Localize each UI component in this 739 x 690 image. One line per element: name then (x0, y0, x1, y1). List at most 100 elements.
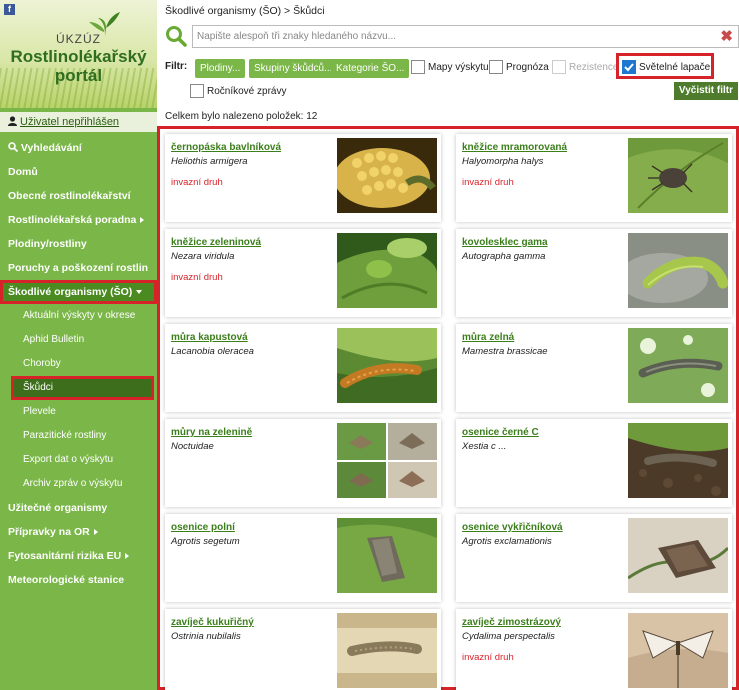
pest-card[interactable]: osenice vykřičníková Agrotis exclamation… (456, 514, 732, 602)
invasive-tag: invazní druh (171, 177, 223, 188)
pest-photo[interactable] (628, 518, 728, 593)
clear-filter-button[interactable]: Vyčistit filtr (673, 82, 738, 100)
pest-photo[interactable] (628, 328, 728, 403)
nav-item-beneficial-organisms[interactable]: Užitečné organismy (0, 496, 157, 520)
nav-label: Plevele (23, 406, 56, 417)
nav-item-home[interactable]: Domů (0, 160, 157, 184)
user-status-link[interactable]: Uživatel nepřihlášen (20, 116, 119, 128)
pest-photo[interactable] (337, 138, 437, 213)
pest-name-link[interactable]: černopáska bavlníková (171, 142, 281, 153)
nav-sub-pests[interactable]: Škůdci (11, 376, 154, 400)
invasive-tag: invazní druh (462, 177, 514, 188)
checkbox-annual-reports[interactable] (190, 84, 204, 98)
nav-item-search[interactable]: Vyhledávání (0, 136, 157, 160)
results-grid: černopáska bavlníková Heliothis armigera… (157, 126, 739, 690)
pest-name-link[interactable]: můra zelná (462, 332, 514, 343)
pest-name-link[interactable]: kněžice mramorovaná (462, 142, 567, 153)
search-icon (8, 142, 19, 153)
search-input[interactable]: Napište alespoň tři znaky hledaného názv… (192, 25, 739, 48)
pest-card[interactable]: kněžice mramorovaná Halyomorpha halys in… (456, 134, 732, 222)
pest-photo[interactable] (628, 138, 728, 213)
nav-item-crops[interactable]: Plodiny/rostliny (0, 232, 157, 256)
logo-title: Rostlinolékařský portál (0, 47, 157, 85)
invasive-tag: invazní druh (462, 652, 514, 663)
clear-search-icon[interactable]: ✖ (720, 27, 733, 45)
nav-sub-weeds[interactable]: Plevele (0, 400, 157, 424)
pest-latin-name: Lacanobia oleracea (171, 346, 254, 357)
pest-name-link[interactable]: osenice černé C (462, 427, 539, 438)
nav-label: Parazitické rostliny (23, 430, 107, 441)
filter-crops-button[interactable]: Plodiny... (195, 59, 246, 78)
pest-card[interactable]: můra kapustová Lacanobia oleracea (165, 324, 441, 412)
pest-photo[interactable] (337, 328, 437, 403)
pest-latin-name: Agrotis segetum (171, 536, 240, 547)
facebook-icon[interactable]: f (4, 4, 15, 15)
pest-photo[interactable] (337, 233, 437, 308)
pest-name-link[interactable]: kovolesklec gama (462, 237, 548, 248)
pest-latin-name: Xestia c ... (462, 441, 507, 452)
nav-label: Škodlivé organismy (ŠO) (8, 286, 133, 298)
pest-card[interactable]: zavíječ zimostrázový Cydalima perspectal… (456, 609, 732, 690)
pest-card[interactable]: osenice polní Agrotis segetum (165, 514, 441, 602)
pest-card[interactable]: osenice černé C Xestia c ... (456, 419, 732, 507)
pest-name-link[interactable]: můra kapustová (171, 332, 248, 343)
nav-item-general-plant-protection[interactable]: Obecné rostlinolékařství (0, 184, 157, 208)
pest-photo[interactable] (628, 613, 728, 688)
nav-sub-diseases[interactable]: Choroby (0, 352, 157, 376)
nav-label: Poruchy a poškození rostlin (8, 262, 149, 274)
nav-label: Meteorologické stanice (8, 574, 125, 586)
nav-item-products[interactable]: Přípravky na OR (0, 520, 157, 544)
logo-title-line2: portál (54, 66, 103, 85)
pest-name-link[interactable]: osenice polní (171, 522, 235, 533)
nav-sub-archive[interactable]: Archiv zpráv o výskytu (0, 472, 157, 496)
nav-label: Aphid Bulletin (23, 334, 85, 345)
filter-category-button[interactable]: Kategorie ŠO... (331, 59, 410, 78)
pest-card[interactable]: kněžice zeleninová Nezara viridula invaz… (165, 229, 441, 317)
nav-item-phytosanitary-risks[interactable]: Fytosanitární rizika EU (0, 544, 157, 568)
portal-logo[interactable]: f ÚKZÚZ Rostlinolékařský portál (0, 0, 157, 108)
pest-name-link[interactable]: osenice vykřičníková (462, 522, 563, 533)
nav-item-weather-stations[interactable]: Meteorologické stanice (0, 568, 157, 592)
search-icon[interactable] (165, 25, 187, 47)
pest-latin-name: Halyomorpha halys (462, 156, 544, 167)
pest-card[interactable]: můra zelná Mamestra brassicae (456, 324, 732, 412)
pest-photo[interactable] (628, 233, 728, 308)
pest-name-link[interactable]: zavíječ zimostrázový (462, 617, 561, 628)
nav-item-advisory[interactable]: Rostlinolékařská poradna (0, 208, 157, 232)
pest-card[interactable]: zavíječ kukuřičný Ostrinia nubilalis (165, 609, 441, 690)
logo-title-line1: Rostlinolékařský (10, 47, 147, 66)
nav-sub-export-data[interactable]: Export dat o výskytu (0, 448, 157, 472)
pest-card[interactable]: kovolesklec gama Autographa gamma (456, 229, 732, 317)
user-status-bar[interactable]: Uživatel nepřihlášen (0, 112, 157, 132)
checkbox-light-traps[interactable] (622, 60, 636, 74)
nav-item-disorders[interactable]: Poruchy a poškození rostlin (0, 256, 157, 280)
checkbox-prognosis[interactable] (489, 60, 503, 74)
invasive-tag: invazní druh (171, 272, 223, 283)
pest-name-link[interactable]: kněžice zeleninová (171, 237, 261, 248)
chevron-right-icon (93, 529, 98, 536)
nav-sub-current-occurrence[interactable]: Aktuální výskyty v okrese (0, 304, 157, 328)
pest-name-link[interactable]: můry na zelenině (171, 427, 252, 438)
nav-label: Užitečné organismy (8, 502, 108, 514)
checkbox-occurrence-maps[interactable] (411, 60, 425, 74)
nav-label: Přípravky na OR (8, 526, 90, 538)
nav-item-harmful-organisms[interactable]: Škodlivé organismy (ŠO) (0, 280, 157, 304)
pest-photo[interactable] (337, 518, 437, 593)
main-nav: Vyhledávání Domů Obecné rostlinolékařstv… (0, 136, 157, 592)
pest-photo[interactable] (337, 423, 437, 498)
pest-card[interactable]: černopáska bavlníková Heliothis armigera… (165, 134, 441, 222)
pest-photo[interactable] (337, 613, 437, 688)
nav-sub-parasitic-plants[interactable]: Parazitické rostliny (0, 424, 157, 448)
pest-name-link[interactable]: zavíječ kukuřičný (171, 617, 254, 628)
pest-photo[interactable] (628, 423, 728, 498)
sidebar: f ÚKZÚZ Rostlinolékařský portál Uživatel… (0, 0, 157, 690)
chevron-right-icon (140, 217, 145, 224)
breadcrumb[interactable]: Škodlivé organismy (ŠO) > Škůdci (165, 5, 325, 17)
pest-latin-name: Nezara viridula (171, 251, 235, 262)
nav-sub-aphid-bulletin[interactable]: Aphid Bulletin (0, 328, 157, 352)
chevron-right-icon (125, 553, 130, 560)
checkmark-icon (624, 63, 634, 72)
pest-card[interactable]: můry na zelenině Noctuidae (165, 419, 441, 507)
filter-pest-groups-button[interactable]: Skupiny škůdců... (249, 59, 338, 78)
nav-label: Archiv zpráv o výskytu (23, 478, 123, 489)
